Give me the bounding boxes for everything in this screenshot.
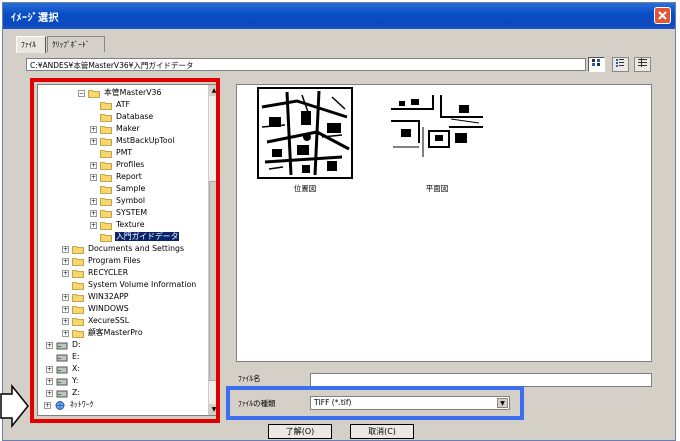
blue-highlight-box	[226, 386, 524, 420]
tab-clipboard[interactable]: ｸﾘｯﾌﾟﾎﾞｰﾄﾞ	[47, 36, 105, 52]
cancel-button-label: 取消(C)	[368, 427, 396, 436]
tab-clipboard-label: ｸﾘｯﾌﾟﾎﾞｰﾄﾞ	[52, 40, 90, 49]
thumbnail-label-plan-view: 平面図	[425, 184, 449, 193]
filename-input[interactable]	[310, 373, 652, 387]
cancel-button[interactable]: 取消(C)	[350, 424, 414, 439]
close-icon	[658, 11, 667, 20]
thumbnail-location-map[interactable]	[257, 87, 353, 185]
thumbnail-label-location-map: 位置図	[293, 184, 317, 193]
image-preview-pane: 位置図 平面図	[236, 84, 652, 362]
view-buttons	[588, 57, 658, 73]
thumbnail-plan-view[interactable]	[389, 87, 485, 185]
ok-button-label: 了解(O)	[285, 427, 315, 436]
red-highlight-box	[30, 78, 220, 423]
details-view-button[interactable]	[634, 57, 651, 72]
filename-label: ﾌｧｲﾙ名	[238, 374, 261, 383]
path-bar: C:¥ANDES¥本管MasterV36¥入門ガイドデータ	[26, 58, 586, 71]
pointer-arrow-icon	[0, 384, 29, 428]
window-title: ｲﾒｰｼﾞ選択	[11, 13, 59, 24]
tab-file[interactable]: ﾌｧｲﾙ	[16, 36, 46, 53]
plan-view-image	[391, 95, 483, 157]
location-map-image	[257, 87, 353, 179]
details-icon	[638, 58, 647, 67]
large-icons-view-button[interactable]	[588, 57, 605, 72]
close-button[interactable]	[654, 7, 671, 24]
small-icons-icon	[616, 59, 624, 67]
path-text: C:¥ANDES¥本管MasterV36¥入門ガイドデータ	[30, 61, 194, 70]
small-icons-view-button[interactable]	[612, 57, 629, 72]
tab-file-label: ﾌｧｲﾙ	[21, 40, 36, 49]
title-bar[interactable]: ｲﾒｰｼﾞ選択	[3, 3, 675, 29]
ok-button[interactable]: 了解(O)	[268, 424, 332, 439]
large-icons-icon	[592, 59, 600, 66]
